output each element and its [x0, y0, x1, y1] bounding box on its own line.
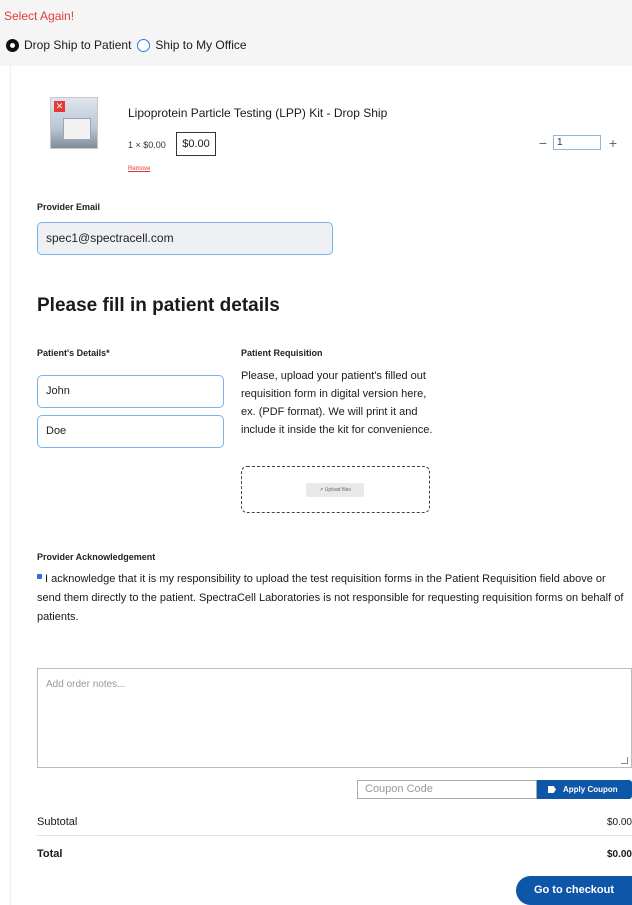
total-label: Total [37, 848, 63, 860]
order-notes-textarea[interactable]: Add order notes... [37, 668, 632, 768]
patient-details-label: Patient's Details* [37, 348, 110, 358]
ship-option-drop-ship[interactable]: Drop Ship to Patient [6, 38, 131, 52]
image-broken-icon: ✕ [54, 101, 65, 112]
acknowledgement-text: I acknowledge that it is my responsibili… [37, 570, 631, 627]
ship-option-office-label: Ship to My Office [155, 38, 247, 52]
upload-files-button[interactable]: ↗ Upload files [306, 483, 364, 497]
kit-box-image [63, 118, 91, 140]
order-notes-placeholder: Add order notes... [46, 679, 126, 690]
resize-handle-icon[interactable] [621, 757, 628, 764]
remove-item-link[interactable]: Remove [128, 166, 150, 172]
product-price-box: $0.00 [176, 132, 216, 156]
product-price-line: 1 × $0.00 [128, 140, 166, 150]
tag-icon [548, 786, 556, 793]
quantity-input[interactable]: 1 [553, 135, 601, 150]
apply-coupon-button[interactable]: Apply Coupon [537, 780, 632, 799]
summary-divider [37, 835, 632, 836]
go-to-checkout-button[interactable]: Go to checkout [516, 876, 632, 905]
product-name: Lipoprotein Particle Testing (LPP) Kit -… [128, 106, 388, 120]
subtotal-label: Subtotal [37, 816, 78, 828]
total-value: $0.00 [606, 849, 632, 860]
patient-requisition-label: Patient Requisition [241, 348, 323, 358]
patient-first-name-field[interactable]: John [37, 375, 224, 408]
ship-options: Drop Ship to Patient Ship to My Office [6, 38, 253, 52]
acknowledgement-label: Provider Acknowledgement [37, 552, 156, 562]
radio-office[interactable] [137, 38, 151, 52]
select-again-link[interactable]: Select Again! [4, 9, 74, 23]
quantity-decrease-button[interactable]: − [537, 135, 549, 151]
provider-email-label: Provider Email [37, 202, 101, 212]
requisition-instructions: Please, upload your patient's filled out… [241, 370, 433, 436]
coupon-code-input[interactable]: Coupon Code [357, 780, 537, 799]
radio-drop-ship[interactable] [6, 38, 19, 52]
apply-coupon-label: Apply Coupon [563, 785, 618, 794]
provider-email-field[interactable]: spec1@spectracell.com [37, 222, 333, 255]
top-bar: Select Again! Drop Ship to Patient Ship … [0, 0, 632, 66]
patient-last-name-field[interactable]: Doe [37, 415, 224, 448]
subtotal-value: $0.00 [606, 817, 632, 828]
ship-option-office[interactable]: Ship to My Office [137, 38, 247, 52]
quantity-increase-button[interactable]: + [607, 135, 619, 151]
ship-option-drop-ship-label: Drop Ship to Patient [24, 38, 132, 52]
requisition-upload-dropzone[interactable]: ↗ Upload files [241, 466, 430, 513]
acknowledgement-text-content: I acknowledge that it is my responsibili… [37, 573, 624, 623]
product-thumbnail: ✕ [50, 97, 98, 149]
patient-section-title: Please fill in patient details [37, 295, 280, 316]
